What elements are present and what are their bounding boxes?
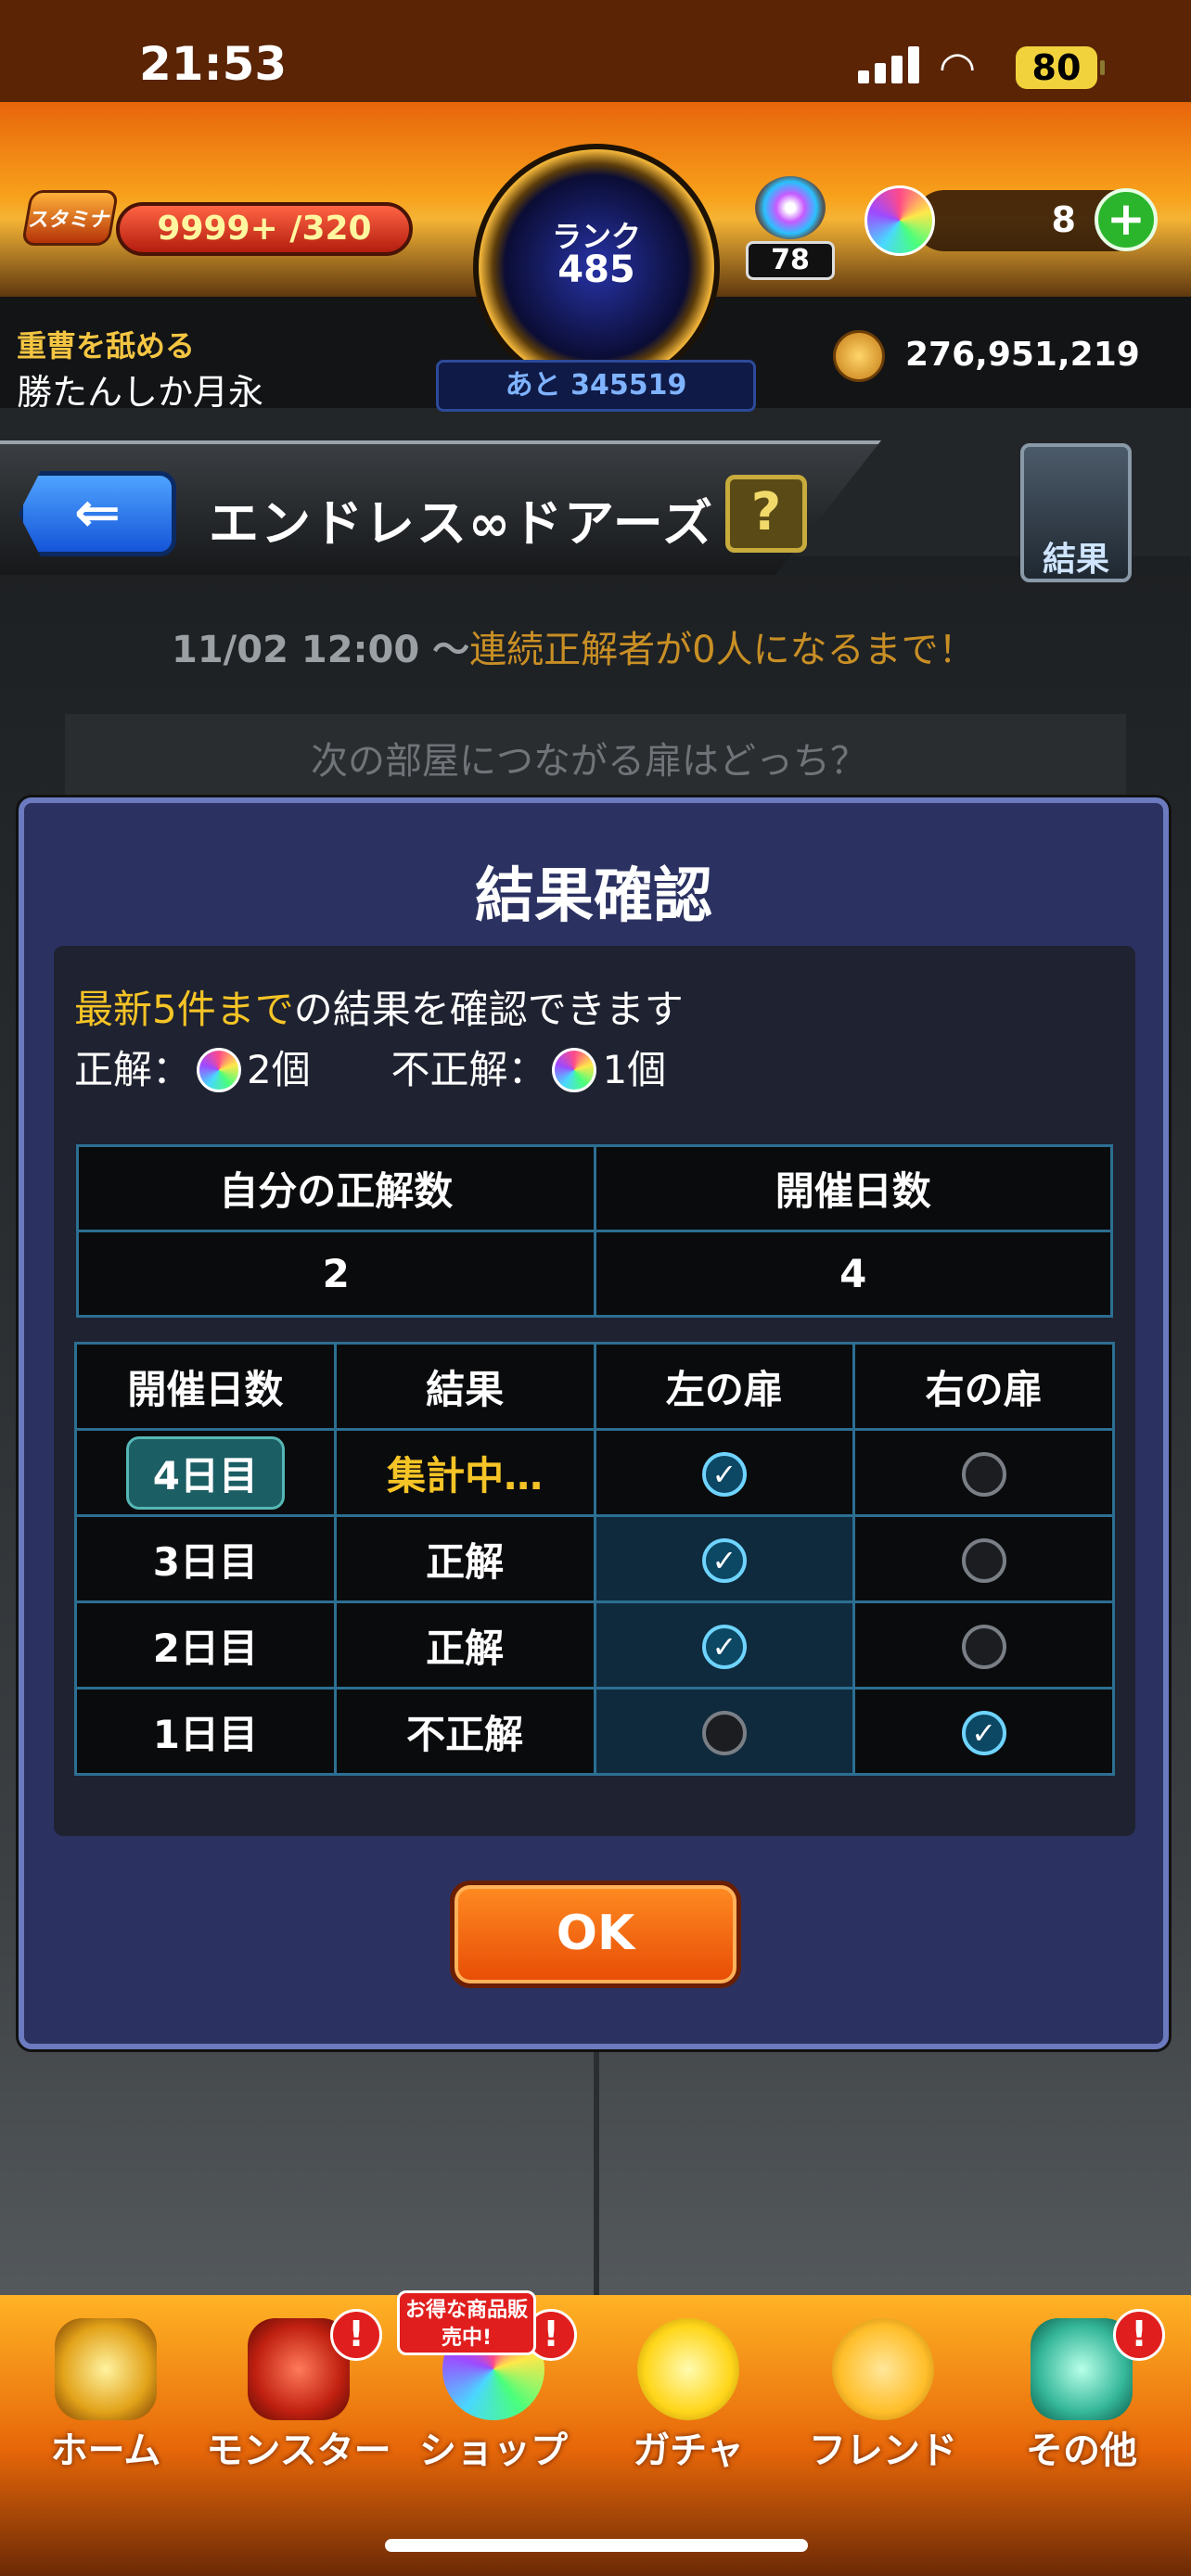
info-highlight: 最新5件まで (74, 987, 294, 1032)
summary-header: 開催日数 (593, 1144, 1113, 1232)
day-cell: 2日目 (74, 1600, 337, 1690)
page-title: エンドレス∞ドアーズ (209, 494, 715, 553)
correct-label: 正解： (74, 1047, 192, 1092)
result-button[interactable]: 結果 (1020, 443, 1132, 582)
battery-icon: 80 (1016, 46, 1105, 89)
check-icon: ✓ (961, 1710, 1006, 1755)
summary-value: 4 (593, 1230, 1113, 1318)
score-summary: 正解： 2個 不正解： 1個 (74, 1039, 666, 1098)
rank-value: 485 (557, 249, 635, 291)
nav-label: フレンド (809, 2429, 957, 2472)
orb-count: 8 (1051, 199, 1076, 240)
coin-icon (833, 330, 885, 382)
day-cell: 4日目 (125, 1435, 285, 1510)
nav-label: ショップ (419, 2429, 568, 2472)
ok-button[interactable]: OK (450, 1881, 741, 1988)
nav-label: モンスター (206, 2429, 391, 2472)
nav-other[interactable]: ! その他 (989, 2309, 1174, 2485)
home-indicator (385, 2539, 808, 2552)
day-cell: 1日目 (74, 1687, 337, 1776)
left-door-cell (593, 1687, 856, 1776)
stamina-bar: 9999+ /320 (116, 202, 413, 256)
correct-value: 2個 (247, 1047, 311, 1092)
gacha-egg-icon (637, 2318, 739, 2420)
player-title: 重曹を舐める (17, 328, 196, 363)
orb-icon (864, 185, 935, 256)
event-until: 連続正解者が0人になるまで！ (469, 629, 976, 671)
nav-label: その他 (1026, 2429, 1137, 2472)
event-period: 11/02 12:00 ～連続正解者が0人になるまで！ (172, 619, 976, 673)
left-door-cell: ✓ (593, 1428, 856, 1517)
box-count: 78 (746, 241, 835, 280)
right-door-cell (852, 1514, 1115, 1603)
box-icon (755, 176, 826, 239)
empty-circle-icon (961, 1624, 1006, 1669)
friend-icon (832, 2318, 934, 2420)
result-label: 結果 (1042, 541, 1109, 579)
right-door-cell (852, 1600, 1115, 1690)
back-button[interactable]: ⇐ (19, 471, 176, 556)
incorrect-label: 不正解： (391, 1047, 547, 1092)
result-cell: 集計中… (333, 1428, 596, 1517)
result-cell: 不正解 (333, 1687, 596, 1776)
history-header: 結果 (333, 1342, 596, 1431)
left-door-cell: ✓ (593, 1514, 856, 1603)
history-header: 左の扉 (593, 1342, 856, 1431)
check-icon: ✓ (701, 1624, 747, 1669)
monster-box[interactable]: 78 (742, 176, 839, 280)
empty-circle-icon (961, 1451, 1006, 1497)
back-arrow-icon: ⇐ (73, 480, 122, 545)
table-row: 2日目 正解 ✓ (74, 1600, 1115, 1690)
alert-badge: ! (330, 2309, 382, 2361)
history-header: 開催日数 (74, 1342, 337, 1431)
history-table: 開催日数 結果 左の扉 右の扉 4日目 集計中… ✓ 3日目 正解 ✓ 2日目 … (74, 1342, 1115, 1776)
nav-home[interactable]: ホーム (13, 2309, 198, 2485)
coin-count: 276,951,219 (905, 336, 1140, 374)
wifi-icon: ◠ (939, 42, 977, 92)
help-button[interactable]: ? (725, 475, 807, 553)
player-name: 勝たんしか月永 (17, 372, 264, 413)
alert-badge: ! (1113, 2309, 1165, 2361)
table-row: 3日目 正解 ✓ (74, 1514, 1115, 1603)
incorrect-value: 1個 (602, 1047, 667, 1092)
info-text: 最新5件までの結果を確認できます (74, 978, 684, 1035)
stamina-icon: スタミナ (20, 190, 120, 246)
table-row: 4日目 集計中… ✓ (74, 1428, 1115, 1517)
nav-gacha[interactable]: ガチャ (596, 2309, 781, 2485)
nav-monster[interactable]: ! モンスター (206, 2309, 391, 2485)
status-time: 21:53 (139, 37, 288, 91)
summary-value: 2 (76, 1230, 596, 1318)
home-icon (55, 2318, 157, 2420)
orb-icon (552, 1047, 597, 1092)
rank-next-exp: あと 345519 (436, 360, 756, 412)
day-cell: 3日目 (74, 1514, 337, 1603)
check-icon: ✓ (701, 1451, 747, 1497)
right-door-cell: ✓ (852, 1687, 1115, 1776)
event-start: 11/02 12:00 ～ (172, 629, 470, 671)
nav-label: ホーム (50, 2429, 161, 2472)
summary-header: 自分の正解数 (76, 1144, 596, 1232)
empty-circle-icon (961, 1537, 1006, 1583)
nav-label: ガチャ (633, 2429, 744, 2472)
add-orb-button[interactable]: + (1095, 188, 1158, 251)
check-icon: ✓ (701, 1537, 747, 1583)
sale-banner: お得な商品販売中! (397, 2290, 536, 2355)
nav-friend[interactable]: フレンド (790, 2309, 976, 2485)
signal-icon (858, 45, 923, 83)
modal-title: 結果確認 (475, 862, 712, 931)
left-door-cell: ✓ (593, 1600, 856, 1690)
history-header: 右の扉 (852, 1342, 1115, 1431)
orb-icon (197, 1047, 242, 1092)
result-cell: 正解 (333, 1514, 596, 1603)
empty-circle-icon (701, 1710, 747, 1755)
right-door-cell (852, 1428, 1115, 1517)
result-cell: 正解 (333, 1600, 596, 1690)
table-row: 1日目 不正解 ✓ (74, 1687, 1115, 1776)
info-rest: の結果を確認できます (293, 987, 684, 1032)
question-text: 次の部屋につながる扉はどっち？ (311, 740, 867, 783)
summary-table: 自分の正解数 開催日数 2 4 (76, 1144, 1113, 1318)
